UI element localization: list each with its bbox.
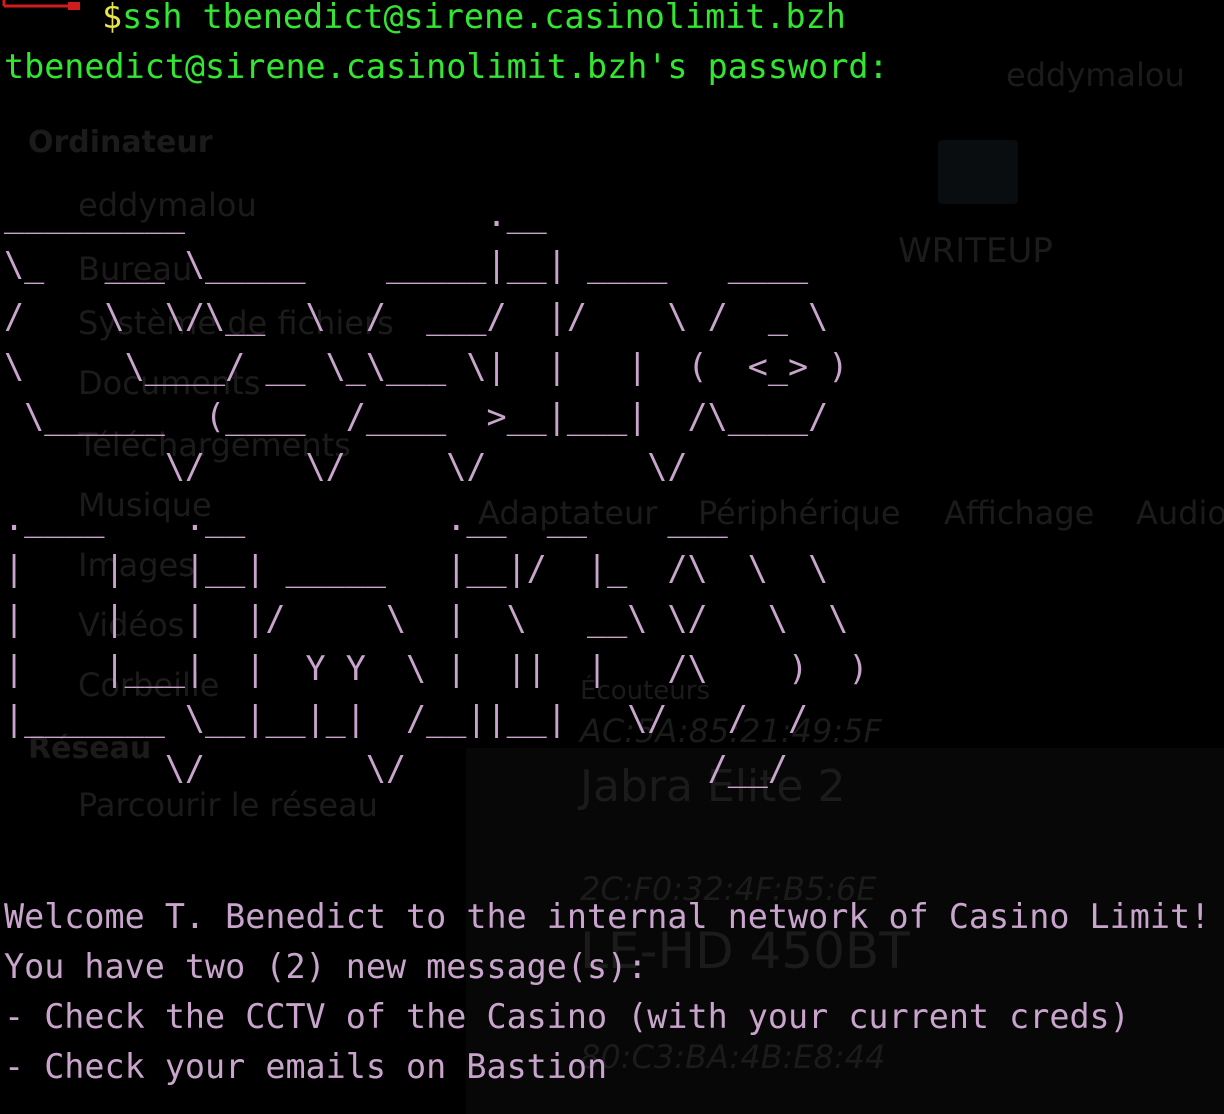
ascii-banner-line: / \ \/\__ \ / ___/ |/ \ / _ \	[4, 297, 829, 336]
ascii-banner-line: |_______ \__|__|_| /__||__| \/ / /	[4, 699, 809, 738]
terminal-window[interactable]: Ordinateur eddymalou Bureau Système de f…	[0, 0, 1224, 1114]
ghost-tab-audio: Audio	[1136, 494, 1224, 532]
prompt-dollar: $	[102, 0, 123, 36]
ascii-banner-line: .____ .__ .__ __ ___	[4, 499, 728, 538]
ghost-sidebar-heading: Ordinateur	[28, 125, 213, 160]
ascii-banner-line: | | |__| _____ |__|/ |_ /\ \ \	[4, 549, 829, 588]
messages-count: You have two (2) new message(s):	[4, 947, 648, 986]
ascii-banner-line: \______ (____ /____ >__|___| /\____/	[4, 397, 829, 436]
ascii-banner-line: \ \____/ __ \_\___ \| | | ( <_> )	[4, 347, 849, 386]
ghost-tab-display: Affichage	[944, 494, 1095, 532]
ascii-banner-line: | |___| | Y Y \ | || | /\ ) )	[4, 649, 869, 688]
ascii-banner-line: \/ \/ /__/	[4, 749, 789, 788]
folder-icon	[938, 140, 1018, 204]
ascii-banner-line: \_ ___ \_____ _____|__| ____ ____	[4, 245, 809, 284]
ghost-folder-label: WRITEUP	[898, 231, 1053, 271]
message-item: - Check your emails on Bastion	[4, 1047, 608, 1086]
command-line: $ssh tbenedict@sirene.casinolimit.bzh	[102, 0, 846, 42]
ascii-banner-line: | | | |/ \ | \ __\ \/ \ \	[4, 599, 849, 638]
ghost-user-label: eddymalou	[1006, 56, 1185, 94]
ascii-banner-line: \/ \/ \/ \/	[4, 447, 688, 486]
welcome-message: Welcome T. Benedict to the internal netw…	[4, 897, 1211, 936]
ascii-banner-line: _________ .__	[4, 195, 547, 234]
ssh-command: ssh tbenedict@sirene.casinolimit.bzh	[122, 0, 846, 36]
message-item: - Check the CCTV of the Casino (with you…	[4, 997, 1130, 1036]
ghost-tab-device: Périphérique	[698, 494, 901, 532]
password-prompt: tbenedict@sirene.casinolimit.bzh's passw…	[4, 47, 889, 86]
prompt-corner-icon	[0, 0, 82, 22]
